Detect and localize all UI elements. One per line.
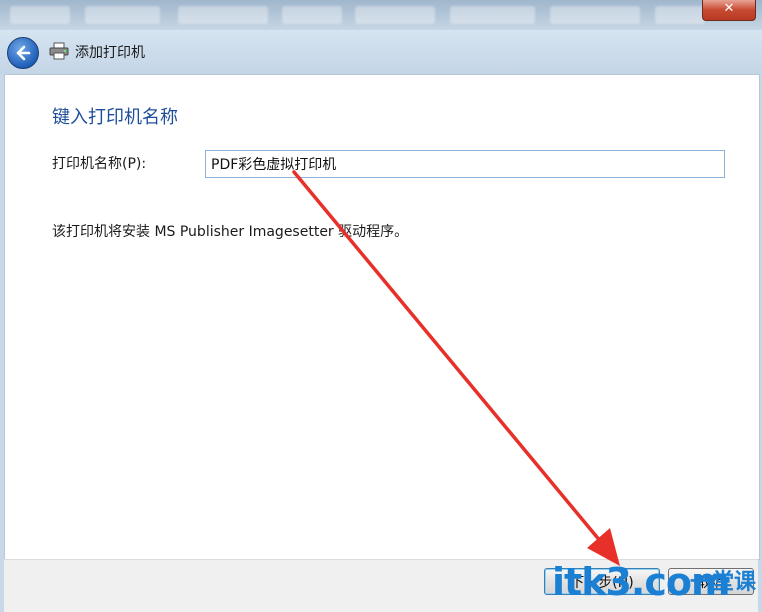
blurred-taskbar-item (355, 6, 435, 24)
back-button[interactable] (7, 37, 39, 69)
blurred-taskbar-item (450, 6, 535, 24)
printer-name-label: 打印机名称(P): (52, 156, 147, 172)
next-button[interactable]: 下一步(N) (544, 568, 660, 595)
window-close-button[interactable]: ✕ (702, 0, 756, 21)
add-printer-dialog: 添加打印机 键入打印机名称 打印机名称(P): 该打印机将安装 MS Publi… (0, 30, 762, 612)
close-icon: ✕ (723, 1, 735, 16)
blurred-taskbar-item (10, 6, 70, 24)
blurred-taskbar-item (282, 6, 342, 24)
blurred-taskbar-item (655, 6, 705, 24)
blurred-taskbar-item (550, 6, 640, 24)
page-heading: 键入打印机名称 (52, 107, 178, 128)
cancel-button[interactable]: 取消 (668, 568, 754, 595)
blurred-taskbar-item (85, 6, 160, 24)
dialog-title: 添加打印机 (75, 45, 145, 61)
blurred-taskbar-item (178, 6, 268, 24)
driver-info-text: 该打印机将安装 MS Publisher Imagesetter 驱动程序。 (52, 224, 409, 240)
back-arrow-icon (16, 45, 31, 61)
printer-icon (49, 42, 69, 60)
printer-name-input[interactable] (205, 150, 725, 178)
dialog-footer: 下一步(N) 取消 (4, 559, 758, 612)
dialog-header: 添加打印机 (0, 30, 762, 74)
dialog-content: 键入打印机名称 打印机名称(P): 该打印机将安装 MS Publisher I… (4, 74, 760, 560)
background-taskbar: ✕ (0, 0, 762, 30)
